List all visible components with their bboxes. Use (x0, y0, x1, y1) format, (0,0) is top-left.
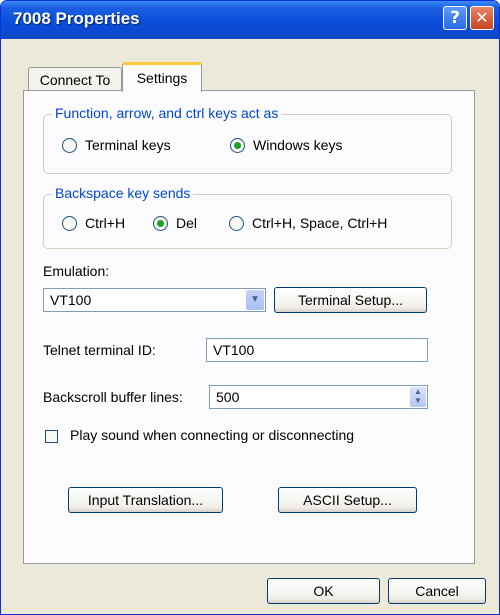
spinner-arrows-icon[interactable]: ▲ ▼ (410, 387, 426, 407)
ascii-setup-button[interactable]: ASCII Setup... (278, 487, 417, 513)
telnet-id-input[interactable]: VT100 (206, 338, 428, 362)
windows-keys-radio[interactable]: Windows keys (230, 137, 342, 153)
properties-dialog: 7008 Properties ? ✕ Connect To Settings … (0, 0, 500, 615)
ok-button[interactable]: OK (267, 578, 380, 604)
input-translation-button[interactable]: Input Translation... (68, 487, 223, 513)
help-button[interactable]: ? (443, 6, 467, 30)
emulation-label: Emulation: (43, 263, 110, 279)
backscroll-value: 500 (216, 389, 240, 405)
cancel-button[interactable]: Cancel (388, 578, 486, 604)
title-bar[interactable]: 7008 Properties ? ✕ (1, 1, 499, 39)
ctrl-h-space-label: Ctrl+H, Space, Ctrl+H (252, 215, 388, 231)
del-label: Del (176, 215, 198, 231)
help-icon: ? (450, 8, 460, 28)
function-keys-group: Function, arrow, and ctrl keys act as Te… (43, 105, 452, 174)
settings-panel: Function, arrow, and ctrl keys act as Te… (23, 90, 475, 564)
del-radio[interactable]: Del (153, 215, 197, 231)
ctrl-h-label: Ctrl+H (85, 215, 126, 231)
backspace-group: Backspace key sends Ctrl+H Del Ctrl+H, S… (43, 185, 452, 249)
radio-unchecked-icon (62, 137, 77, 153)
play-sound-checkbox[interactable] (45, 430, 58, 443)
tab-settings[interactable]: Settings (122, 62, 202, 92)
radio-unchecked-icon (62, 215, 77, 231)
ctrl-h-radio[interactable]: Ctrl+H (62, 215, 125, 231)
chevron-down-icon[interactable]: ▼ (246, 290, 264, 310)
telnet-id-label: Telnet terminal ID: (43, 342, 156, 358)
emulation-dropdown[interactable]: VT100 ▼ (43, 288, 266, 312)
backscroll-label: Backscroll buffer lines: (43, 389, 183, 405)
emulation-value: VT100 (50, 292, 92, 308)
close-icon: ✕ (475, 8, 489, 27)
terminal-keys-label: Terminal keys (85, 137, 171, 153)
backspace-legend: Backspace key sends (52, 185, 194, 201)
window-title: 7008 Properties (13, 9, 140, 28)
radio-checked-icon (153, 215, 168, 231)
ctrl-h-space-radio[interactable]: Ctrl+H, Space, Ctrl+H (229, 215, 387, 231)
terminal-keys-radio[interactable]: Terminal keys (62, 137, 171, 153)
play-sound-label: Play sound when connecting or disconnect… (70, 427, 355, 443)
close-button[interactable]: ✕ (470, 6, 494, 30)
function-keys-legend: Function, arrow, and ctrl keys act as (52, 105, 282, 121)
tab-connect-to[interactable]: Connect To (28, 67, 122, 91)
radio-unchecked-icon (229, 215, 244, 231)
backscroll-stepper[interactable]: 500 ▲ ▼ (209, 385, 428, 409)
radio-checked-icon (230, 137, 245, 153)
windows-keys-label: Windows keys (253, 137, 343, 153)
terminal-setup-button[interactable]: Terminal Setup... (274, 287, 427, 313)
